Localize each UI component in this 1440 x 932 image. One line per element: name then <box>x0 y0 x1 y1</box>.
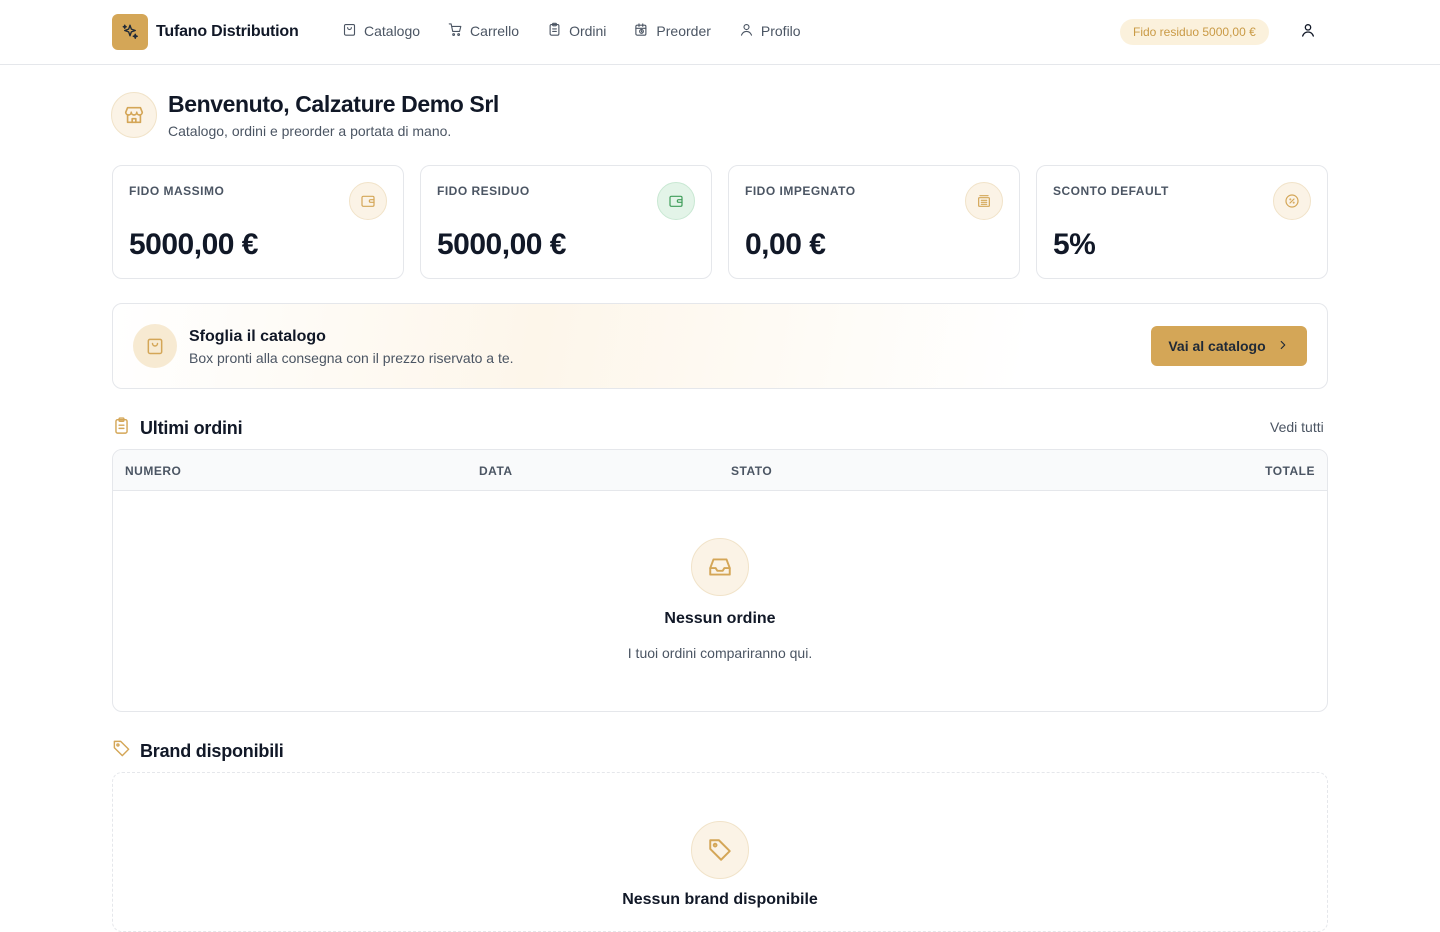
stat-value: 5000,00 € <box>129 228 258 261</box>
column-header[interactable]: TOTALE <box>1265 464 1315 478</box>
shopping-bag-icon <box>133 324 177 368</box>
stat-card-fido-massimo: FIDO MASSIMO 5000,00 € <box>112 165 404 279</box>
page-title: Benvenuto, Calzature Demo Srl <box>168 91 499 117</box>
page-subtitle: Catalogo, ordini e preorder a portata di… <box>168 123 452 139</box>
nav-item-preorder[interactable]: Preorder <box>634 22 711 40</box>
empty-state-title: Nessun ordine <box>664 610 776 627</box>
brands-empty-state: Nessun brand disponibile <box>112 772 1328 932</box>
nav-label: Catalogo <box>364 23 421 39</box>
sparkles-icon <box>112 14 148 50</box>
column-header[interactable]: DATA <box>479 464 513 478</box>
store-icon <box>111 92 157 138</box>
fido-residuo-badge: Fido residuo 5000,00 € <box>1120 19 1269 45</box>
nav-label: Profilo <box>760 23 801 39</box>
brand-name: Tufano Distribution <box>156 23 299 40</box>
clipboard-icon <box>547 22 562 40</box>
inbox-icon <box>691 538 749 596</box>
wallet-icon <box>349 182 387 220</box>
wallet-icon <box>657 182 695 220</box>
empty-state-title: Nessun brand disponibile <box>622 891 818 908</box>
chevron-right-icon <box>1276 338 1290 355</box>
stat-label: SCONTO DEFAULT <box>1053 184 1169 198</box>
orders-section-header: Ultimi ordini <box>112 416 243 441</box>
section-title: Brand disponibili <box>140 740 284 761</box>
catalog-banner: Sfoglia il catalogo Box pronti alla cons… <box>112 303 1328 389</box>
tag-icon <box>112 739 131 763</box>
main-nav: Catalogo Carrello Ordini Preorder Profil… <box>342 22 801 40</box>
nav-label: Ordini <box>569 23 607 39</box>
discount-icon <box>1273 182 1311 220</box>
cart-icon <box>448 22 463 40</box>
stat-card-fido-impegnato: FIDO IMPEGNATO 0,00 € <box>728 165 1020 279</box>
stat-value: 5000,00 € <box>437 228 566 261</box>
stat-value: 0,00 € <box>745 228 826 261</box>
nav-label: Carrello <box>470 23 520 39</box>
brands-section-header: Brand disponibili <box>112 739 284 763</box>
table-header: NUMERO DATA STATO TOTALE <box>113 450 1327 491</box>
see-all-orders-link[interactable]: Vedi tutti <box>1270 419 1324 435</box>
catalog-banner-subtitle: Box pronti alla consegna con il prezzo r… <box>189 350 514 366</box>
account-button[interactable] <box>1298 22 1318 42</box>
shopping-bag-icon <box>342 22 357 40</box>
brand[interactable]: Tufano Distribution <box>112 14 299 50</box>
stat-label: FIDO IMPEGNATO <box>745 184 856 198</box>
empty-state-subtitle: I tuoi ordini compariranno qui. <box>627 645 813 661</box>
calendar-clock-icon <box>634 22 649 40</box>
column-header[interactable]: NUMERO <box>125 464 181 478</box>
clipboard-icon <box>112 416 131 441</box>
column-header[interactable]: STATO <box>731 464 772 478</box>
catalog-banner-title: Sfoglia il catalogo <box>189 328 326 345</box>
nav-item-catalogo[interactable]: Catalogo <box>342 22 420 40</box>
user-icon <box>739 22 754 40</box>
nav-label: Preorder <box>656 23 711 39</box>
stat-label: FIDO MASSIMO <box>129 184 225 198</box>
stat-card-sconto-default: SCONTO DEFAULT 5% <box>1036 165 1328 279</box>
section-title: Ultimi ordini <box>140 418 243 438</box>
nav-item-ordini[interactable]: Ordini <box>547 22 606 40</box>
orders-table: NUMERO DATA STATO TOTALE Nessun ordine I… <box>112 449 1328 712</box>
go-to-catalog-button[interactable]: Vai al catalogo <box>1151 326 1307 366</box>
stat-card-fido-residuo: FIDO RESIDUO 5000,00 € <box>420 165 712 279</box>
nav-item-carrello[interactable]: Carrello <box>448 22 519 40</box>
stat-value: 5% <box>1053 228 1096 261</box>
nav-item-profilo[interactable]: Profilo <box>739 22 801 40</box>
stat-label: FIDO RESIDUO <box>437 184 530 198</box>
tag-icon <box>691 821 749 879</box>
user-icon <box>1300 22 1316 43</box>
top-navbar: Tufano Distribution Catalogo Carrello Or… <box>0 0 1440 65</box>
stack-icon <box>965 182 1003 220</box>
button-label: Vai al catalogo <box>1168 338 1266 354</box>
